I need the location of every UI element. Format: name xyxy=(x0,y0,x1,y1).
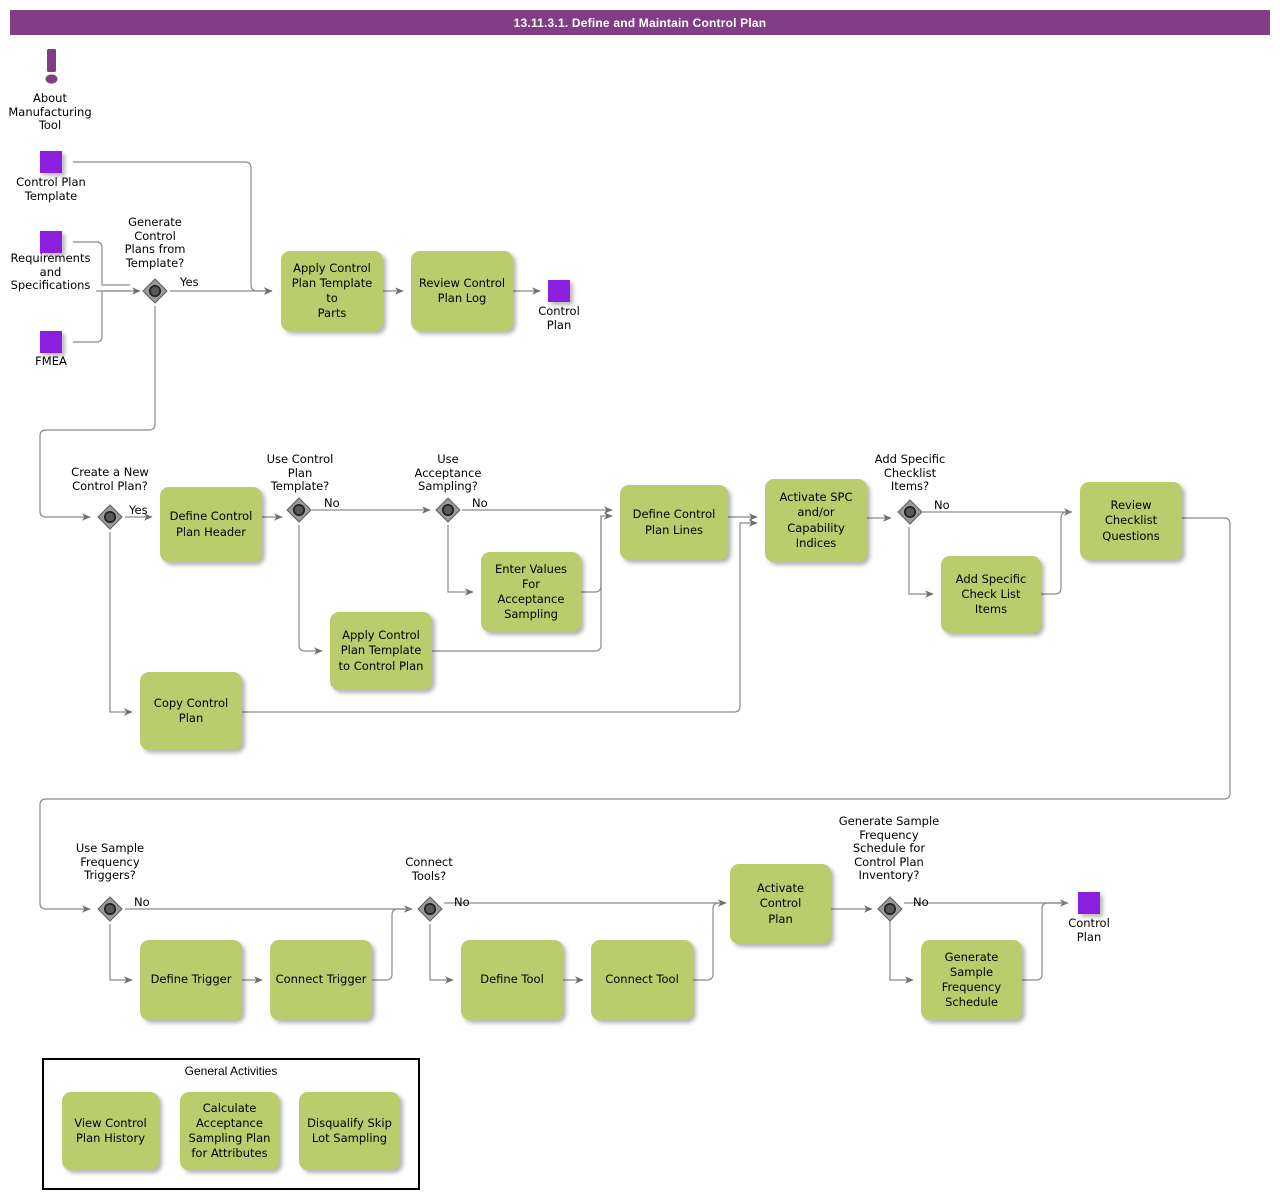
general-activities-title: General Activities xyxy=(184,1064,278,1078)
branch-label-yes-create-new-control-plan: Yes xyxy=(129,503,148,517)
gateway-use-control-plan-template[interactable] xyxy=(286,497,312,523)
gateway-connect-tools[interactable] xyxy=(417,896,443,922)
data-object-requirements-and-specifications[interactable] xyxy=(40,231,62,253)
branch-label-no-connect-tools: No xyxy=(454,895,470,909)
data-object-control-plan-top[interactable] xyxy=(548,280,570,302)
task-define-control-plan-header[interactable]: Define Control Plan Header xyxy=(160,487,262,562)
gateway-connect-tools-caption: Connect Tools? xyxy=(405,855,453,883)
branch-label-no-use-sample-frequency-triggers: No xyxy=(134,895,150,909)
task-apply-control-plan-template-to-control-plan[interactable]: Apply Control Plan Template to Control P… xyxy=(330,612,432,690)
data-object-control-plan-template-label: Control Plan Template xyxy=(16,175,86,203)
data-object-control-plan-bottom[interactable] xyxy=(1078,892,1100,914)
gateway-generate-control-plans-from-template-caption: Generate Control Plans from Template? xyxy=(124,215,186,270)
branch-label-no-generate-sample-frequency-schedule: No xyxy=(913,895,929,909)
task-define-tool[interactable]: Define Tool xyxy=(461,940,563,1020)
task-calculate-acceptance-sampling-plan-for-attributes[interactable]: Calculate Acceptance Sampling Plan for A… xyxy=(180,1092,279,1170)
task-define-trigger[interactable]: Define Trigger xyxy=(140,940,242,1020)
task-add-specific-check-list-items[interactable]: Add Specific Check List Items xyxy=(941,556,1041,633)
task-review-checklist-questions[interactable]: Review Checklist Questions xyxy=(1080,482,1182,560)
task-apply-control-plan-template-to-parts[interactable]: Apply Control Plan Template to Parts xyxy=(281,251,383,331)
gateway-create-a-new-control-plan-caption: Create a New Control Plan? xyxy=(71,465,149,493)
gateway-use-control-plan-template-caption: Use Control Plan Template? xyxy=(266,452,334,494)
task-connect-tool[interactable]: Connect Tool xyxy=(591,940,693,1020)
gateway-create-a-new-control-plan[interactable] xyxy=(97,504,123,530)
gateway-use-acceptance-sampling[interactable] xyxy=(435,497,461,523)
task-view-control-plan-history[interactable]: View Control Plan History xyxy=(62,1092,159,1170)
gateway-generate-sample-frequency-schedule-caption: Generate Sample Frequency Schedule for C… xyxy=(838,814,940,883)
data-object-fmea-label: FMEA xyxy=(35,354,67,368)
data-object-requirements-and-specifications-label: Requirements and Specifications xyxy=(10,251,91,293)
page-title: 13.11.3.1. Define and Maintain Control P… xyxy=(10,10,1270,35)
branch-label-no-use-acceptance-sampling: No xyxy=(472,496,488,510)
connector-layer xyxy=(39,161,1231,984)
gateway-add-specific-checklist-items-caption: Add Specific Checklist Items? xyxy=(874,452,946,494)
branch-label-yes-generate-control-plans: Yes xyxy=(180,275,199,289)
gateway-use-acceptance-sampling-caption: Use Acceptance Sampling? xyxy=(414,452,482,494)
exclamation-note-icon[interactable] xyxy=(38,48,64,94)
data-object-control-plan-template[interactable] xyxy=(40,151,62,173)
task-enter-values-for-acceptance-sampling[interactable]: Enter Values For Acceptance Sampling xyxy=(481,552,581,632)
task-activate-spc-and-or-capability-indices[interactable]: Activate SPC and/or Capability Indices xyxy=(765,479,867,562)
branch-label-no-add-specific-checklist-items: No xyxy=(934,498,950,512)
gateway-use-sample-frequency-triggers[interactable] xyxy=(97,896,123,922)
gateway-use-sample-frequency-triggers-caption: Use Sample Frequency Triggers? xyxy=(75,841,145,883)
data-object-control-plan-bottom-label: Control Plan xyxy=(1068,916,1110,944)
data-object-fmea[interactable] xyxy=(40,331,62,353)
task-disqualify-skip-lot-sampling[interactable]: Disqualify Skip Lot Sampling xyxy=(299,1092,400,1170)
gateway-generate-sample-frequency-schedule-inventory[interactable] xyxy=(877,896,903,922)
task-activate-control-plan[interactable]: Activate Control Plan xyxy=(730,864,831,944)
gateway-add-specific-checklist-items[interactable] xyxy=(897,499,923,525)
gateway-generate-control-plans-from-template[interactable] xyxy=(142,278,168,304)
diagram-canvas: 13.11.3.1. Define and Maintain Control P… xyxy=(0,0,1280,1200)
task-connect-trigger[interactable]: Connect Trigger xyxy=(270,940,372,1020)
data-object-control-plan-top-label: Control Plan xyxy=(538,304,580,332)
task-define-control-plan-lines[interactable]: Define Control Plan Lines xyxy=(620,485,728,560)
about-manufacturing-tool-label: About Manufacturing Tool xyxy=(8,91,92,133)
task-copy-control-plan[interactable]: Copy Control Plan xyxy=(140,672,242,750)
task-generate-sample-frequency-schedule[interactable]: Generate Sample Frequency Schedule xyxy=(921,940,1022,1020)
task-review-control-plan-log[interactable]: Review Control Plan Log xyxy=(411,251,513,331)
branch-label-no-use-control-plan-template: No xyxy=(324,496,340,510)
